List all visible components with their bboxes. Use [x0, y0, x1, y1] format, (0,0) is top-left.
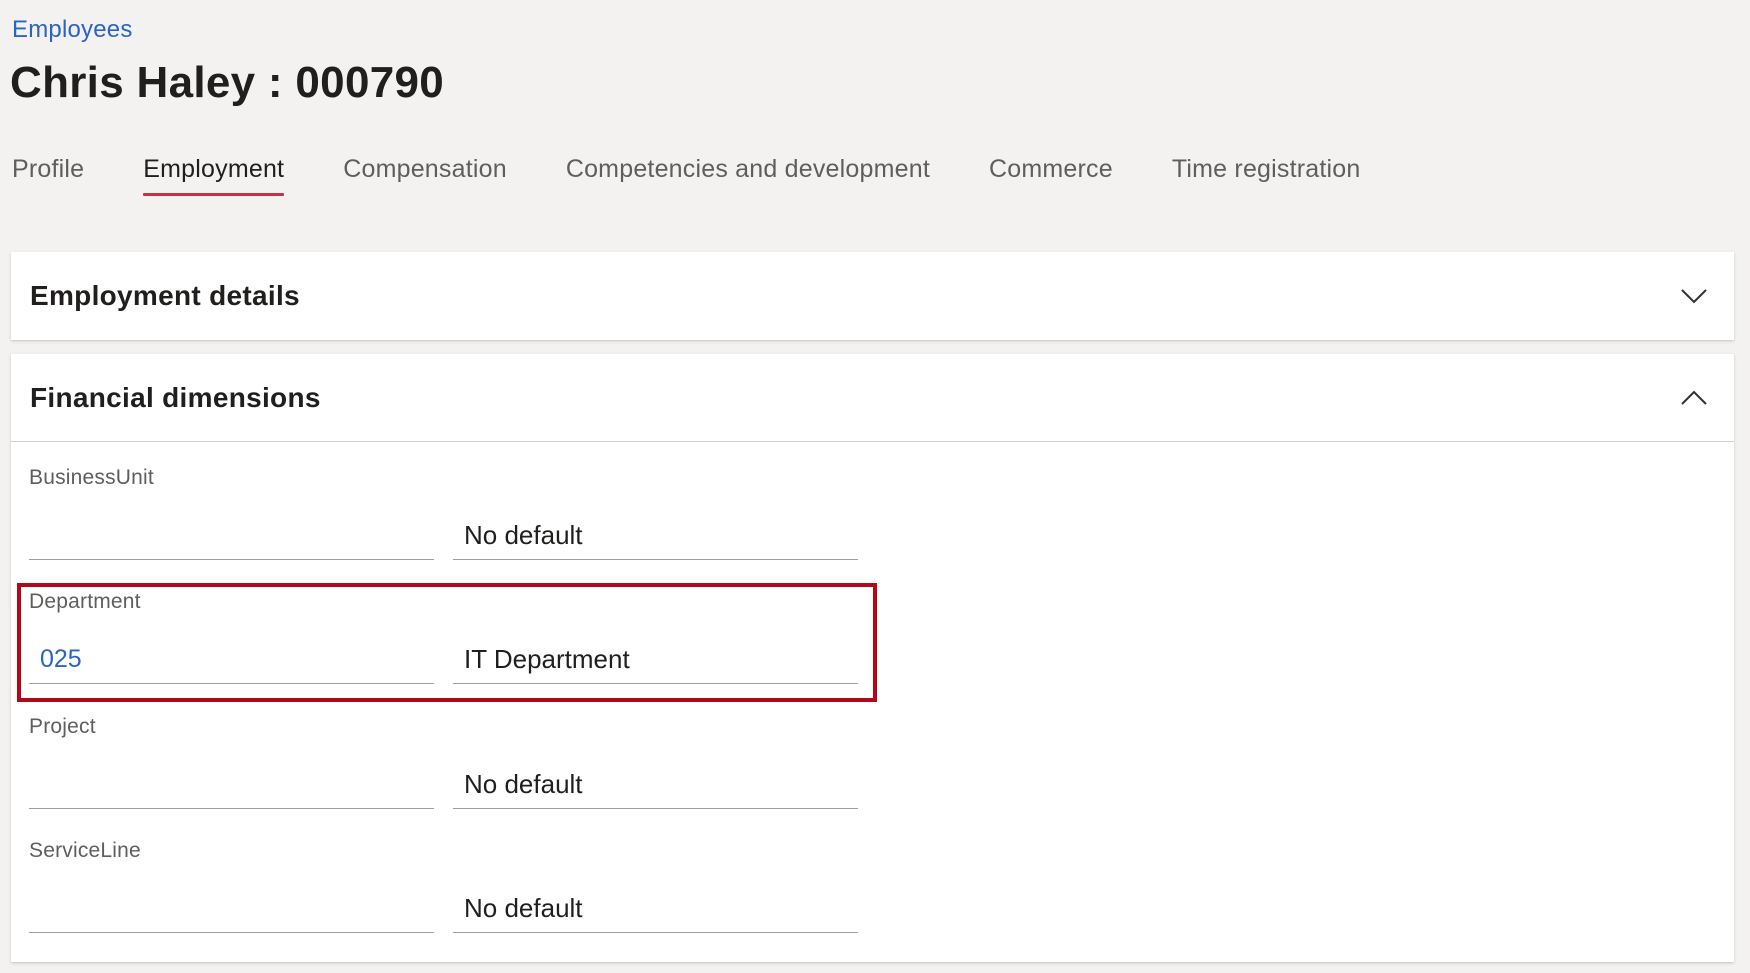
employee-page: Employees Chris Haley : 000790 Profile E…	[0, 0, 1750, 973]
dimension-description: IT Department	[453, 636, 858, 684]
employment-details-title: Employment details	[30, 280, 300, 311]
dimension-description: No default	[453, 885, 858, 933]
dimension-row-department: Department 025 IT Department	[29, 590, 858, 714]
tab-profile[interactable]: Profile	[12, 155, 84, 196]
financial-dimensions-header[interactable]: Financial dimensions	[11, 354, 1734, 442]
page-title: Chris Haley : 000790	[10, 58, 445, 107]
dimension-value-input[interactable]	[29, 512, 434, 560]
dimension-value-input[interactable]: 025	[29, 636, 434, 684]
tab-compensation[interactable]: Compensation	[343, 155, 507, 196]
dimension-value-input[interactable]	[29, 761, 434, 809]
dimension-row-project: Project No default	[29, 715, 858, 839]
dimension-row-businessunit: BusinessUnit No default	[29, 466, 858, 590]
dimension-label: Project	[29, 715, 96, 738]
employment-details-header[interactable]: Employment details	[11, 252, 1734, 340]
financial-dimensions-title: Financial dimensions	[30, 381, 321, 413]
tab-time-registration[interactable]: Time registration	[1172, 155, 1361, 196]
chevron-up-icon[interactable]	[1680, 390, 1708, 406]
dimension-row-serviceline: ServiceLine No default	[29, 839, 858, 963]
tab-competencies-and-development[interactable]: Competencies and development	[566, 155, 930, 196]
breadcrumb-employees[interactable]: Employees	[12, 16, 133, 44]
dimension-label: ServiceLine	[29, 839, 141, 862]
chevron-down-icon[interactable]	[1680, 288, 1708, 304]
dimension-value-input[interactable]	[29, 885, 434, 933]
tab-bar: Profile Employment Compensation Competen…	[12, 155, 1420, 205]
employment-details-section: Employment details	[11, 252, 1734, 340]
dimension-label: BusinessUnit	[29, 466, 154, 489]
financial-dimensions-section: Financial dimensions BusinessUnit No def…	[11, 354, 1734, 962]
dimension-description: No default	[453, 761, 858, 809]
tab-commerce[interactable]: Commerce	[989, 155, 1113, 196]
dimension-description: No default	[453, 512, 858, 560]
dimension-label: Department	[29, 590, 141, 613]
tab-employment[interactable]: Employment	[143, 155, 285, 196]
